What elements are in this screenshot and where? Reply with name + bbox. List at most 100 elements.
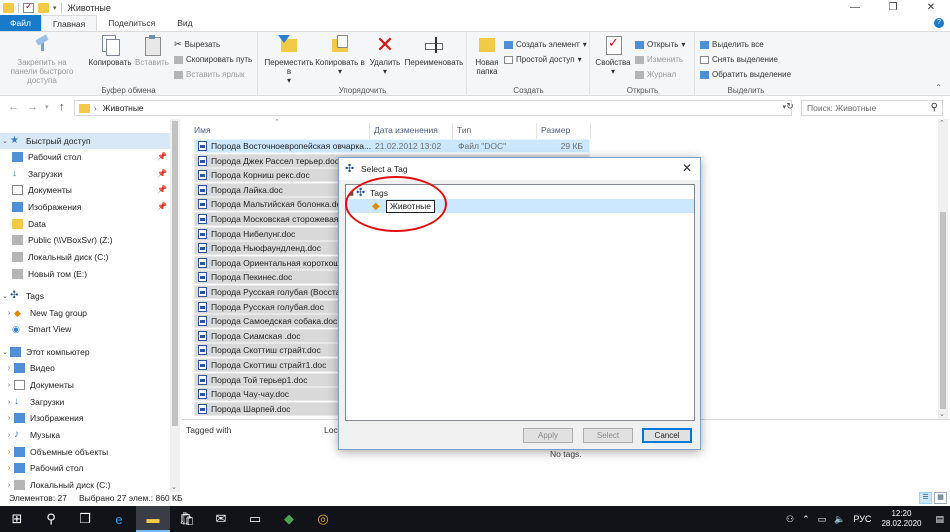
collapsed-chevron-icon[interactable]: › [4,310,14,317]
nav-item-new-volume-e[interactable]: Новый том (E:) [12,266,87,282]
search-icon[interactable]: ⚲ [34,506,68,532]
scroll-down-icon[interactable]: ⌄ [939,410,945,418]
column-separator[interactable] [536,123,537,139]
nav-item-local-disk-c[interactable]: Локальный диск (C:) [12,249,108,265]
nav-pc-documents[interactable]: › Документы [0,377,74,393]
new-item-button[interactable]: Создать элемент ▾ [504,39,587,50]
new-folder-quick-icon[interactable] [38,2,49,13]
delete-button[interactable]: ✕ Удалить ▾ [367,34,403,77]
maximize-button[interactable]: ❐ [874,0,912,15]
move-to-button[interactable]: Переместить в ▾ [262,35,316,85]
tab-home[interactable]: Главная [40,15,98,31]
properties-button[interactable]: Свойства▾ [593,35,633,76]
nav-pc-downloads[interactable]: › ↓ Загрузки [0,394,64,410]
edge-browser-icon[interactable]: e [102,506,136,532]
file-explorer-icon[interactable]: ▬ [136,506,170,532]
nav-pc-desktop[interactable]: › Рабочий стол [0,460,83,476]
search-input[interactable]: Поиск: Животные ⚲ [801,100,943,116]
mail-icon[interactable]: ✉ [204,506,238,532]
column-date[interactable]: Дата изменения [374,125,438,139]
nav-item-documents[interactable]: Документы [12,182,72,198]
chevron-right-icon[interactable]: › [94,104,97,113]
back-arrow-icon[interactable]: ← [8,101,19,113]
cancel-button[interactable]: Cancel [642,428,692,443]
column-type[interactable]: Тип [457,125,471,139]
pin-icon[interactable]: 📌 [157,185,167,194]
pin-icon[interactable]: 📌 [157,169,167,178]
show-hidden-icons-icon[interactable]: ⌃ [802,514,810,525]
nav-item-desktop[interactable]: Рабочий стол [12,149,81,165]
expanded-chevron-icon[interactable]: ⌄ [0,348,10,356]
file-list-scrollbar[interactable]: ⌃ ⌄ [938,119,948,419]
select-none-button[interactable]: Снять выделение [700,54,778,65]
table-row[interactable]: Порода Восточноевропейская овчарка... 21.… [194,139,590,153]
paste-shortcut-button[interactable]: Вставить ярлык [174,69,245,80]
recent-locations-icon[interactable]: ▾ [45,103,49,111]
pin-icon[interactable]: 📌 [157,202,167,211]
properties-quick-icon[interactable] [23,1,34,13]
cut-button[interactable]: ✂ Вырезать [174,39,220,50]
nav-pc-videos[interactable]: › Видео [0,360,55,376]
tab-view[interactable]: Вид [166,15,203,31]
language-indicator[interactable]: РУС [853,514,871,524]
nav-this-pc[interactable]: ⌄ Этот компьютер [0,344,90,360]
terminal-icon[interactable]: ▭ [238,506,272,532]
tags-app-icon[interactable]: ◆ [272,506,306,532]
expanded-chevron-icon[interactable]: ⌄ [0,292,10,300]
volume-icon[interactable]: 🔈 [834,514,845,525]
close-button[interactable]: ✕ [912,0,950,15]
tab-share[interactable]: Поделиться [97,15,166,31]
collapsed-chevron-icon[interactable]: › [4,449,14,456]
minimize-button[interactable]: — [836,0,874,15]
easy-access-button[interactable]: Простой доступ ▾ [504,54,582,65]
copy-to-button[interactable]: Копировать в ▾ [315,35,365,76]
nav-scrollbar-thumb[interactable] [172,121,178,426]
column-name[interactable]: Имя [194,125,211,139]
nav-pc-music[interactable]: › ♪ Музыка [0,427,60,443]
up-arrow-icon[interactable]: ↑ [59,101,65,113]
windows-start-icon[interactable]: ⊞ [0,506,34,532]
copy-button[interactable]: Копировать [86,35,134,67]
column-separator[interactable] [590,123,591,139]
edit-button[interactable]: Изменить [635,54,683,65]
column-separator[interactable] [452,123,453,139]
collapsed-chevron-icon[interactable]: › [4,465,14,472]
nav-item-downloads[interactable]: ↓ Загрузки [12,166,62,182]
invert-selection-button[interactable]: Обратить выделение [700,69,791,80]
task-view-icon[interactable]: ❒ [68,506,102,532]
nav-item-public-share[interactable]: Public (\\VBoxSvr) (Z:) [12,232,113,248]
column-separator[interactable] [369,123,370,139]
select-all-button[interactable]: Выделить все [700,39,764,50]
apply-button[interactable]: Apply [523,428,573,443]
quick-access-dropdown-icon[interactable]: ▾ [53,4,57,12]
network-icon[interactable]: ▭ [818,514,827,525]
file-list-scrollbar-thumb[interactable] [940,212,946,409]
pin-icon[interactable]: 📌 [157,152,167,161]
pin-quick-access-button[interactable]: Закрепить на панели быстрого доступа [3,35,81,85]
nav-scrollbar[interactable]: ⌄ [170,119,180,492]
scroll-down-icon[interactable]: ⌄ [171,483,177,491]
collapsed-chevron-icon[interactable]: › [4,399,14,406]
refresh-icon[interactable]: ↻ [783,101,797,115]
details-view-icon[interactable]: ☰ [919,492,932,504]
clock[interactable]: 12:20 28.02.2020 [881,509,921,529]
chrome-icon[interactable]: ◎ [306,506,340,532]
help-icon[interactable]: ? [934,18,944,28]
nav-tag-group[interactable]: › ◆ New Tag group [0,305,87,321]
large-icons-view-icon[interactable]: ▦ [934,492,947,504]
collapsed-chevron-icon[interactable]: › [4,382,14,389]
copy-path-button[interactable]: Скопировать путь [174,54,252,65]
open-button[interactable]: Открыть ▾ [635,39,685,50]
expanded-chevron-icon[interactable]: ⌄ [0,137,10,145]
forward-arrow-icon[interactable]: → [27,101,38,113]
notifications-icon[interactable]: ▤ [935,514,944,525]
nav-pc-local-disk-c[interactable]: › Локальный диск (C:) [0,477,110,492]
new-folder-button[interactable]: Новая папка [470,35,504,76]
nav-pc-pictures[interactable]: › Изображения [0,410,83,426]
collapsed-chevron-icon[interactable]: › [4,365,14,372]
history-button[interactable]: Журнал [635,69,676,80]
rename-button[interactable]: Переименовать [403,35,465,67]
collapsed-chevron-icon[interactable]: › [4,415,14,422]
collapsed-chevron-icon[interactable]: › [4,432,14,439]
paste-button[interactable]: Вставить [134,35,170,67]
